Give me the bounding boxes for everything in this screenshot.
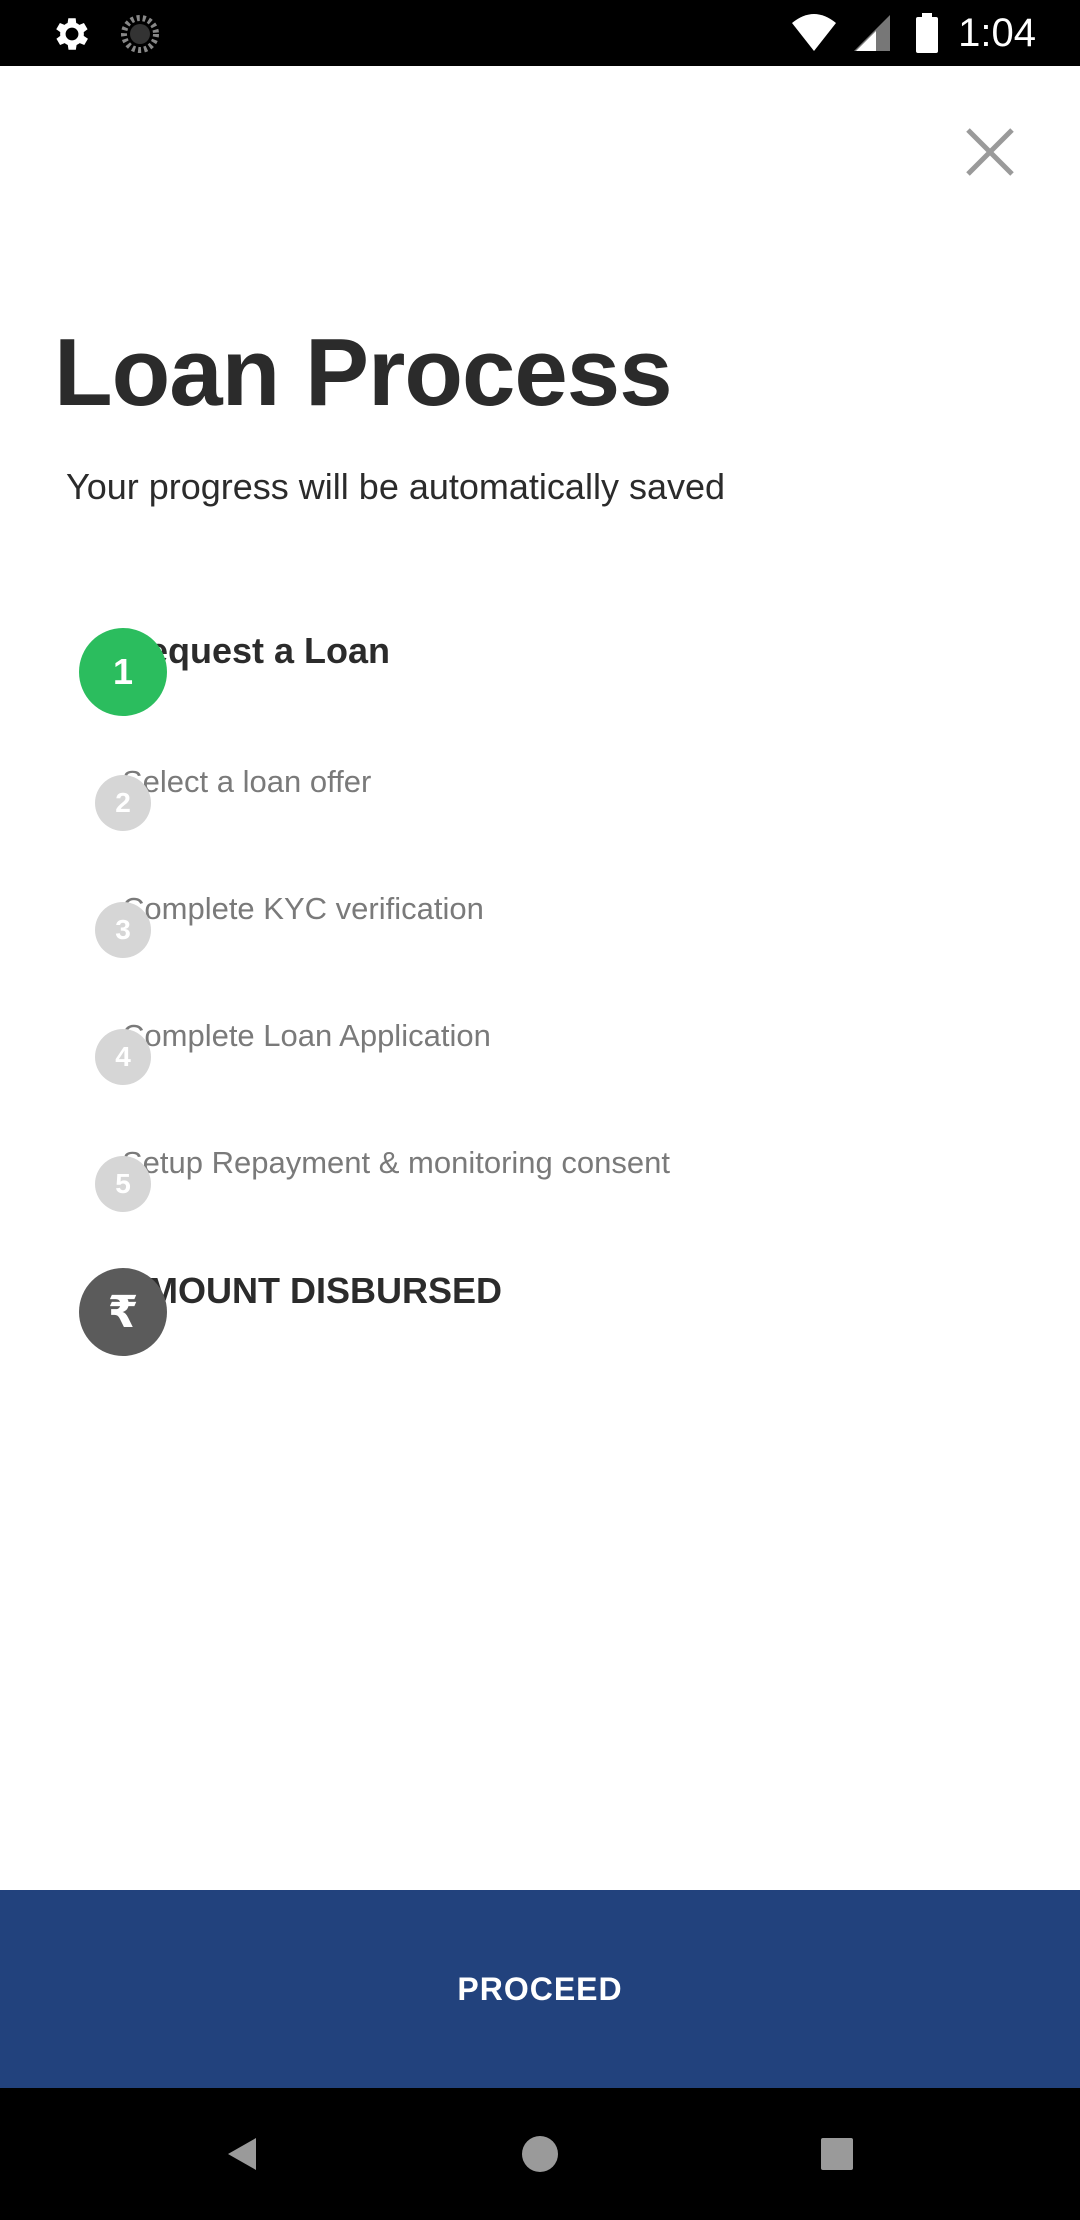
step-indicator-2: 2 bbox=[95, 775, 151, 831]
status-bar: 1:04 bbox=[0, 0, 1080, 66]
battery-icon bbox=[914, 11, 940, 55]
back-icon bbox=[228, 2138, 256, 2170]
step-label-repayment: Setup Repayment & monitoring consent bbox=[122, 1145, 670, 1180]
settings-icon bbox=[50, 12, 94, 56]
step-label-kyc: Complete KYC verification bbox=[122, 891, 484, 926]
step-indicator-3: 3 bbox=[95, 902, 151, 958]
rupee-icon: ₹ bbox=[79, 1268, 167, 1356]
step-indicator-5: 5 bbox=[95, 1156, 151, 1212]
home-button[interactable] bbox=[480, 2088, 600, 2220]
page-title: Loan Process bbox=[54, 319, 673, 426]
wifi-icon bbox=[790, 11, 837, 55]
back-button[interactable] bbox=[182, 2088, 302, 2220]
close-icon bbox=[966, 128, 1014, 176]
signal-icon bbox=[852, 11, 896, 55]
navigation-bar bbox=[0, 2088, 1080, 2220]
step-label-disbursed: AMOUNT DISBURSED bbox=[122, 1270, 503, 1311]
page-subtitle: Your progress will be automatically save… bbox=[66, 466, 726, 507]
proceed-button[interactable]: PROCEED bbox=[0, 1890, 1080, 2088]
loading-icon bbox=[118, 12, 162, 56]
recents-icon bbox=[821, 2138, 853, 2170]
status-time: 1:04 bbox=[958, 11, 1036, 55]
recents-button[interactable] bbox=[777, 2088, 897, 2220]
step-label-application: Complete Loan Application bbox=[122, 1018, 491, 1053]
home-icon bbox=[522, 2136, 558, 2172]
step-indicator-4: 4 bbox=[95, 1029, 151, 1085]
close-button[interactable] bbox=[960, 122, 1020, 182]
step-label-select-offer: Select a loan offer bbox=[122, 764, 372, 799]
step-indicator-1: 1 bbox=[79, 628, 167, 716]
